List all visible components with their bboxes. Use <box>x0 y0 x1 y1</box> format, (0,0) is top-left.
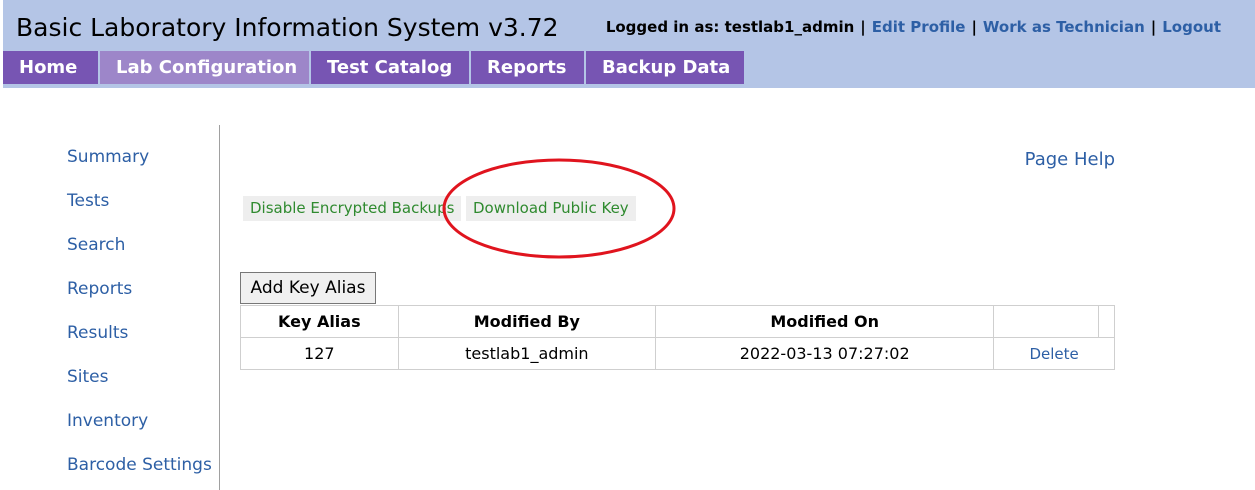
sidebar: Summary Tests Search Reports Results Sit… <box>0 125 220 490</box>
delete-link[interactable]: Delete <box>993 337 1115 370</box>
tab-reports[interactable]: Reports <box>471 51 586 84</box>
sidebar-item-barcode-settings[interactable]: Barcode Settings <box>67 455 212 475</box>
separator: | <box>971 18 977 36</box>
separator: | <box>860 18 866 36</box>
tab-home[interactable]: Home <box>3 51 100 84</box>
page-help-link[interactable]: Page Help <box>1025 149 1115 170</box>
logout-link[interactable]: Logout <box>1162 18 1221 36</box>
key-alias-cell: 127 <box>240 337 399 370</box>
download-public-key-button[interactable]: Download Public Key <box>466 196 636 221</box>
sidebar-item-inventory[interactable]: Inventory <box>67 411 148 431</box>
sidebar-item-reports[interactable]: Reports <box>67 279 132 299</box>
logged-in-text: Logged in as: testlab1_admin <box>605 18 855 36</box>
disable-encrypted-backups-button[interactable]: Disable Encrypted Backups <box>243 196 462 221</box>
edit-profile-link[interactable]: Edit Profile <box>872 18 966 36</box>
tab-test-catalog[interactable]: Test Catalog <box>311 51 471 84</box>
modified-on-cell: 2022-03-13 07:27:02 <box>655 337 995 370</box>
work-as-technician-link[interactable]: Work as Technician <box>983 18 1145 36</box>
sidebar-item-results[interactable]: Results <box>67 323 128 343</box>
column-header-action <box>993 305 1099 338</box>
column-header-key-alias: Key Alias <box>240 305 399 338</box>
table-row: 127 testlab1_admin 2022-03-13 07:27:02 D… <box>240 337 1115 370</box>
modified-by-cell: testlab1_admin <box>397 337 657 370</box>
table-header-row: Key Alias Modified By Modified On <box>240 305 1115 338</box>
sidebar-item-summary[interactable]: Summary <box>67 147 149 167</box>
tab-backup-data[interactable]: Backup Data <box>586 51 746 84</box>
header: Basic Laboratory Information System v3.7… <box>3 0 1255 88</box>
main-nav: Home Lab Configuration Test Catalog Repo… <box>3 51 746 84</box>
app-title: Basic Laboratory Information System v3.7… <box>16 13 559 42</box>
column-header-modified-on: Modified On <box>655 305 995 338</box>
add-key-alias-button[interactable]: Add Key Alias <box>240 272 376 304</box>
key-alias-table: Key Alias Modified By Modified On 127 te… <box>240 305 1115 370</box>
tab-lab-configuration[interactable]: Lab Configuration <box>100 51 311 84</box>
separator: | <box>1150 18 1157 36</box>
user-bar: Logged in as: testlab1_admin | Edit Profil… <box>606 18 1221 36</box>
sidebar-item-search[interactable]: Search <box>67 235 125 255</box>
column-header-spacer <box>1098 305 1115 338</box>
sidebar-item-sites[interactable]: Sites <box>67 367 109 387</box>
column-header-modified-by: Modified By <box>397 305 657 338</box>
sidebar-item-tests[interactable]: Tests <box>67 191 109 211</box>
